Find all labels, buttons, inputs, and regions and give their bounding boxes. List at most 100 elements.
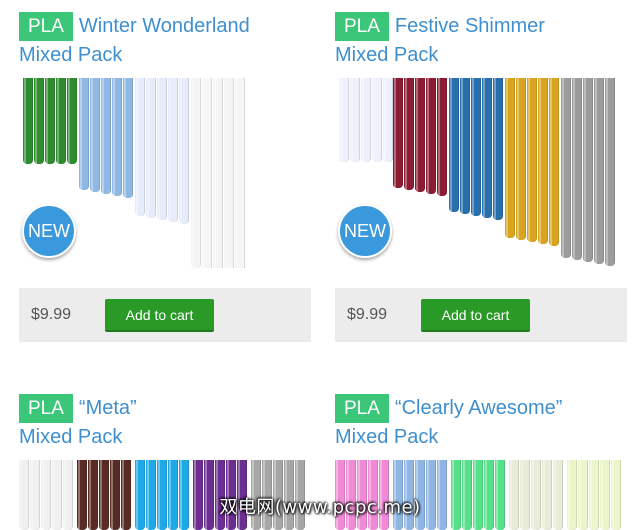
price-bar: $9.99 Add to cart	[19, 288, 311, 342]
filament-rod	[346, 460, 356, 530]
filament-rod	[572, 78, 582, 260]
material-badge: PLA	[335, 394, 389, 423]
filament-rod	[471, 78, 481, 216]
product-title-link[interactable]: PLA Winter Wonderland Mixed Pack	[19, 12, 311, 70]
filament-rod	[451, 460, 461, 530]
product-name: “Meta”	[78, 397, 137, 419]
product-image[interactable]: NEW	[19, 78, 311, 268]
filament-rod	[168, 460, 178, 530]
filament-rod	[589, 460, 599, 530]
filament-rod	[23, 78, 33, 164]
filament-rod	[449, 78, 459, 212]
filament-rod	[79, 78, 89, 190]
filament-rod	[372, 78, 382, 162]
filament-rod	[19, 460, 29, 530]
filament-rod	[368, 460, 378, 530]
filament-rod	[67, 78, 77, 164]
filament-rod	[226, 460, 236, 530]
material-badge: PLA	[19, 12, 73, 41]
filament-rod	[213, 78, 223, 268]
new-badge: NEW	[338, 204, 392, 258]
filament-rod	[121, 460, 131, 530]
filament-rod	[404, 78, 414, 190]
filament-rod	[361, 78, 371, 162]
filament-rod	[30, 460, 40, 530]
filament-rod	[357, 460, 367, 530]
filament-rod	[567, 460, 577, 530]
filament-rod	[123, 78, 133, 198]
filament-rod	[335, 460, 345, 530]
filament-rod	[237, 460, 247, 530]
product-title-link[interactable]: PLA “Meta” Mixed Pack	[19, 394, 311, 452]
product-subtitle: Mixed Pack	[335, 426, 439, 448]
product-name: Winter Wonderland	[78, 15, 250, 37]
filament-rod	[379, 460, 389, 530]
price-bar: $9.99 Add to cart	[335, 288, 627, 342]
filament-rod	[45, 78, 55, 164]
filament-rod	[600, 460, 610, 530]
filament-rod	[531, 460, 541, 530]
filament-rod	[168, 78, 178, 222]
add-to-cart-button[interactable]: Add to cart	[105, 299, 214, 332]
product-image[interactable]: NEW	[335, 78, 627, 268]
filament-rod	[52, 460, 62, 530]
product-image[interactable]	[19, 460, 311, 530]
filament-rod	[339, 78, 349, 162]
filament-rod	[583, 78, 593, 262]
filament-rod	[426, 78, 436, 194]
filament-rod	[157, 460, 167, 530]
filament-rod	[527, 78, 537, 242]
filament-rod	[41, 460, 51, 530]
filament-rod	[77, 460, 87, 530]
filament-rod	[273, 460, 283, 530]
filament-rod	[63, 460, 73, 530]
filament-rod	[561, 78, 571, 258]
add-to-cart-button[interactable]: Add to cart	[421, 299, 530, 332]
filament-rod	[224, 78, 234, 268]
filament-rod	[538, 78, 548, 244]
product-name: “Clearly Awesome”	[394, 397, 563, 419]
filament-rod	[34, 78, 44, 164]
product-subtitle: Mixed Pack	[19, 44, 123, 66]
filament-rod	[99, 460, 109, 530]
filament-rod	[146, 460, 156, 530]
filament-rod	[426, 460, 436, 530]
new-badge: NEW	[22, 204, 76, 258]
filament-rod	[415, 78, 425, 192]
filament-rod	[460, 78, 470, 214]
product-title-link[interactable]: PLA Festive Shimmer Mixed Pack	[335, 12, 627, 70]
filament-rod	[179, 460, 189, 530]
filament-rod	[542, 460, 552, 530]
filament-rod	[262, 460, 272, 530]
product-image[interactable]	[335, 460, 627, 530]
filament-rod	[56, 78, 66, 164]
filament-rod	[204, 460, 214, 530]
filament-rod	[520, 460, 530, 530]
filament-rod	[462, 460, 472, 530]
filament-rod	[404, 460, 414, 530]
filament-rod	[505, 78, 515, 238]
filament-rod	[393, 78, 403, 188]
filament-rod	[611, 460, 621, 530]
filament-rod	[90, 78, 100, 192]
material-badge: PLA	[19, 394, 73, 423]
filament-rod	[191, 78, 201, 268]
filament-rod	[578, 460, 588, 530]
filament-rod	[146, 78, 156, 218]
filament-rod	[295, 460, 305, 530]
filament-rod	[553, 460, 563, 530]
filament-rod	[112, 78, 122, 196]
filament-rod	[101, 78, 111, 194]
price: $9.99	[31, 306, 72, 323]
filament-rod	[179, 78, 189, 224]
product-subtitle: Mixed Pack	[335, 44, 439, 66]
filament-rod	[383, 78, 393, 162]
filament-rod	[251, 460, 261, 530]
product-title-link[interactable]: PLA “Clearly Awesome” Mixed Pack	[335, 394, 627, 452]
filament-rod	[135, 78, 145, 216]
filament-rod	[605, 78, 615, 266]
filament-rod	[135, 460, 145, 530]
filament-rod	[509, 460, 519, 530]
filament-rod	[516, 78, 526, 240]
material-badge: PLA	[335, 12, 389, 41]
